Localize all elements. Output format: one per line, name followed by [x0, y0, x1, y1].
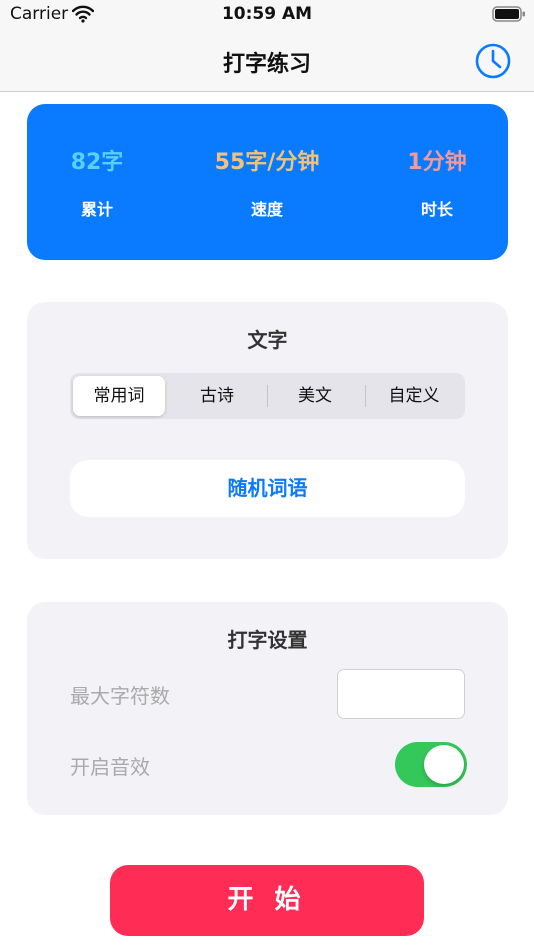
toggle-knob — [424, 745, 464, 784]
stat-total-label: 累计 — [80, 200, 113, 219]
history-button[interactable] — [470, 40, 516, 86]
status-time: 10:59 AM — [221, 4, 313, 24]
stat-duration-value: 1分钟 — [407, 150, 467, 175]
page-title: 打字练习 — [222, 52, 311, 77]
segment-divider — [365, 385, 366, 407]
segment-divider — [267, 385, 268, 407]
max-chars-input[interactable] — [337, 669, 465, 719]
clock-icon — [474, 42, 512, 84]
random-words-button[interactable]: 随机词语 — [70, 460, 465, 517]
stat-speed-label: 速度 — [250, 200, 283, 219]
segment-custom[interactable]: 自定义 — [368, 376, 460, 416]
battery-icon — [492, 6, 526, 22]
stat-total-value: 82字 — [70, 150, 124, 175]
stat-speed-value: 55字/分钟 — [214, 150, 320, 175]
stat-duration-label: 时长 — [420, 200, 453, 219]
sound-effects-label: 开启音效 — [70, 755, 150, 779]
stat-duration: 1分钟 时长 — [367, 144, 507, 220]
stats-card: 82字 累计 55字/分钟 速度 1分钟 时长 — [27, 104, 508, 260]
max-chars-label: 最大字符数 — [70, 684, 170, 708]
typing-settings-title: 打字设置 — [227, 628, 308, 652]
text-section-card: 文字 常用词 古诗 美文 自定义 随机词语 — [27, 302, 508, 559]
typing-settings-card: 打字设置 最大字符数 开启音效 — [27, 602, 508, 815]
segment-ancient-poems[interactable]: 古诗 — [171, 376, 263, 416]
segment-essays[interactable]: 美文 — [269, 376, 361, 416]
sound-effects-toggle[interactable] — [395, 742, 467, 787]
start-button[interactable]: 开 始 — [110, 865, 424, 936]
text-type-segmented-control: 常用词 古诗 美文 自定义 — [70, 373, 465, 419]
segment-common-words[interactable]: 常用词 — [73, 376, 165, 416]
stat-total: 82字 累计 — [27, 144, 167, 220]
stat-speed: 55字/分钟 速度 — [197, 144, 337, 220]
status-bar: Carrier 10:59 AM — [0, 0, 534, 34]
text-section-title: 文字 — [247, 328, 288, 352]
nav-bar: 打字练习 — [0, 34, 534, 92]
